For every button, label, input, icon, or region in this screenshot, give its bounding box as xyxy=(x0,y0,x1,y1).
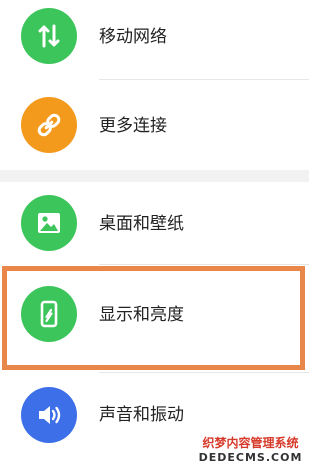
link-icon xyxy=(21,97,77,153)
phone-brightness-icon xyxy=(21,286,77,342)
speaker-icon xyxy=(21,387,77,443)
settings-item-label: 移动网络 xyxy=(99,27,167,47)
settings-item-label: 声音和振动 xyxy=(99,405,184,425)
settings-item-mobile-network[interactable]: 移动网络 xyxy=(0,0,309,80)
settings-item-label: 桌面和壁纸 xyxy=(99,214,184,234)
settings-item-label: 显示和亮度 xyxy=(99,305,184,325)
settings-item-more-connections[interactable]: 更多连接 xyxy=(0,80,309,170)
arrows-up-down-icon xyxy=(21,8,77,64)
watermark: 织梦内容管理系统 DEDECMS.COM xyxy=(192,432,309,471)
settings-item-desktop-wallpaper[interactable]: 桌面和壁纸 xyxy=(0,182,309,265)
watermark-line1: 织梦内容管理系统 xyxy=(202,436,299,450)
image-icon xyxy=(21,195,77,251)
watermark-line2: DEDECMS.COM xyxy=(198,451,303,464)
settings-item-display-brightness[interactable]: 显示和亮度 xyxy=(0,265,309,370)
settings-item-label: 更多连接 xyxy=(99,116,167,136)
section-gap xyxy=(0,170,309,182)
